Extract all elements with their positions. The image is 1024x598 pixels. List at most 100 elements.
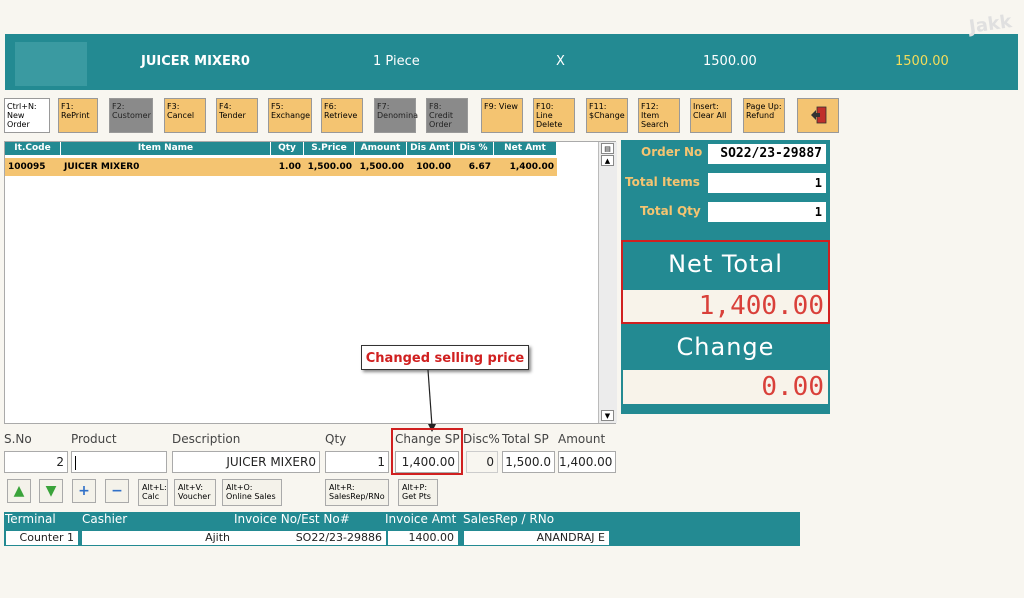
terminal-label: Terminal — [5, 512, 56, 526]
cell-disamt: 100.00 — [407, 158, 454, 176]
invoice-amt-value: 1400.00 — [388, 531, 458, 545]
voucher-button[interactable]: Alt+V: Voucher — [174, 479, 216, 506]
col-header-disamt[interactable]: Dis Amt — [407, 142, 454, 155]
col-header-itcode[interactable]: It.Code — [5, 142, 61, 155]
net-total-box: Net Total 1,400.00 — [621, 240, 830, 324]
table-row[interactable]: 100095 JUICER MIXER0 1.00 1,500.00 1,500… — [5, 158, 557, 176]
invoice-no-value: SO22/23-29886 — [234, 531, 386, 545]
calc-button[interactable]: Alt+L: Calc — [138, 479, 168, 506]
change-sp-field[interactable]: 1,400.00 — [395, 451, 459, 473]
tender-button[interactable]: F4: Tender — [216, 98, 258, 133]
cancel-button[interactable]: F3: Cancel — [164, 98, 206, 133]
cell-dispct: 6.67 — [454, 158, 494, 176]
increase-button[interactable]: + — [72, 479, 96, 503]
salesrep-value: ANANDRAJ E — [464, 531, 609, 545]
current-item-total: 1500.00 — [895, 54, 949, 69]
new-order-button[interactable]: Ctrl+N: New Order — [4, 98, 50, 133]
callout-arrow — [427, 370, 436, 432]
invoice-amt-label: Invoice Amt — [385, 512, 457, 526]
current-item-bar: JUICER MIXER0 1 Piece X 1500.00 1500.00 — [5, 34, 1018, 90]
change-button[interactable]: F11: $Change — [586, 98, 628, 133]
customer-button[interactable]: F2: Customer — [109, 98, 153, 133]
item-thumbnail — [15, 42, 87, 86]
view-button[interactable]: F9: View — [481, 98, 523, 133]
changed-sp-callout: Changed selling price — [361, 345, 529, 370]
text-cursor — [75, 455, 76, 470]
cell-qty: 1.00 — [271, 158, 304, 176]
col-header-netamt[interactable]: Net Amt — [494, 142, 557, 155]
cell-netamt: 1,400.00 — [494, 158, 557, 176]
cashier-value: Ajith — [82, 531, 234, 545]
total-sp-label: Total SP — [502, 432, 549, 446]
line-delete-button[interactable]: F10: Line Delete — [533, 98, 575, 133]
col-header-dispct[interactable]: Dis % — [454, 142, 494, 155]
exit-icon — [811, 106, 827, 126]
net-total-label: Net Total — [668, 250, 783, 278]
exit-button[interactable] — [797, 98, 839, 133]
invoice-no-label: Invoice No/Est No# — [234, 512, 350, 526]
total-sp-field[interactable]: 1,500.0 — [502, 451, 555, 473]
change-value: 0.00 — [623, 370, 828, 404]
retrieve-button[interactable]: F6: Retrieve — [321, 98, 363, 133]
arrow-up-icon: ▲ — [13, 483, 25, 499]
reprint-button[interactable]: F1: RePrint — [58, 98, 98, 133]
clear-all-button[interactable]: Insert: Clear All — [690, 98, 732, 133]
col-header-sprice[interactable]: S.Price — [304, 142, 355, 155]
col-header-amount[interactable]: Amount — [355, 142, 407, 155]
cashier-label: Cashier — [82, 512, 128, 526]
sno-field[interactable]: 2 — [4, 451, 68, 473]
move-up-button[interactable]: ▲ — [7, 479, 31, 503]
move-down-button[interactable]: ▼ — [39, 479, 63, 503]
online-sales-button[interactable]: Alt+O: Online Sales — [222, 479, 282, 506]
product-input[interactable] — [71, 451, 167, 473]
sno-label: S.No — [4, 432, 32, 446]
total-qty-label: Total Qty — [640, 204, 701, 218]
minus-icon: − — [111, 483, 123, 499]
total-items-label: Total Items — [625, 175, 700, 189]
col-header-qty[interactable]: Qty — [271, 142, 304, 155]
description-field[interactable]: JUICER MIXER0 — [172, 451, 320, 473]
current-item-price: 1500.00 — [703, 54, 757, 69]
change-label: Change — [676, 333, 775, 361]
qty-label: Qty — [325, 432, 347, 446]
order-no-label: Order No — [641, 145, 703, 159]
net-total-value: 1,400.00 — [623, 290, 828, 322]
cell-itemname: JUICER MIXER0 — [61, 158, 271, 176]
qty-field[interactable]: 1 — [325, 451, 389, 473]
description-label: Description — [172, 432, 241, 446]
salesrep-button[interactable]: Alt+R: SalesRep/RNo — [325, 479, 389, 506]
disc-label: Disc% — [463, 432, 500, 446]
amount-field[interactable]: 1,400.00 — [558, 451, 616, 473]
decrease-button[interactable]: − — [105, 479, 129, 503]
amount-label: Amount — [558, 432, 606, 446]
current-item-unit: 1 Piece — [373, 54, 420, 69]
credit-order-button[interactable]: F8: Credit Order — [426, 98, 468, 133]
get-pts-button[interactable]: Alt+P: Get Pts — [398, 479, 438, 506]
cell-sprice: 1,500.00 — [304, 158, 355, 176]
current-item-name: JUICER MIXER0 — [141, 54, 250, 69]
disc-field[interactable]: 0 — [466, 451, 498, 473]
denomination-button[interactable]: F7: Denomina — [374, 98, 418, 133]
scroll-down-icon[interactable]: ▼ — [601, 410, 614, 421]
item-search-button[interactable]: F12: Item Search — [638, 98, 680, 133]
product-label: Product — [71, 432, 117, 446]
terminal-value: Counter 1 — [6, 531, 78, 545]
refund-button[interactable]: Page Up: Refund — [743, 98, 785, 133]
totals-panel: Order No SO22/23-29887 Total Items 1 Tot… — [621, 140, 830, 414]
order-no-value: SO22/23-29887 — [708, 144, 826, 164]
status-bar: Terminal Cashier Invoice No/Est No# Invo… — [4, 512, 800, 546]
cell-itcode: 100095 — [5, 158, 61, 176]
item-grid: It.Code Item Name Qty S.Price Amount Dis… — [4, 141, 617, 424]
col-header-itemname[interactable]: Item Name — [61, 142, 271, 155]
grid-menu-icon[interactable]: ▤ — [601, 143, 614, 154]
total-items-value: 1 — [708, 173, 826, 193]
scroll-up-icon[interactable]: ▲ — [601, 155, 614, 166]
exchange-button[interactable]: F5: Exchange — [268, 98, 312, 133]
salesrep-label: SalesRep / RNo — [463, 512, 555, 526]
plus-icon: + — [78, 483, 90, 499]
arrow-down-icon: ▼ — [45, 483, 57, 499]
current-item-x: X — [556, 54, 565, 69]
grid-scrollbar[interactable]: ▤ ▲ ▼ — [598, 142, 617, 423]
cell-amount: 1,500.00 — [355, 158, 407, 176]
total-qty-value: 1 — [708, 202, 826, 222]
